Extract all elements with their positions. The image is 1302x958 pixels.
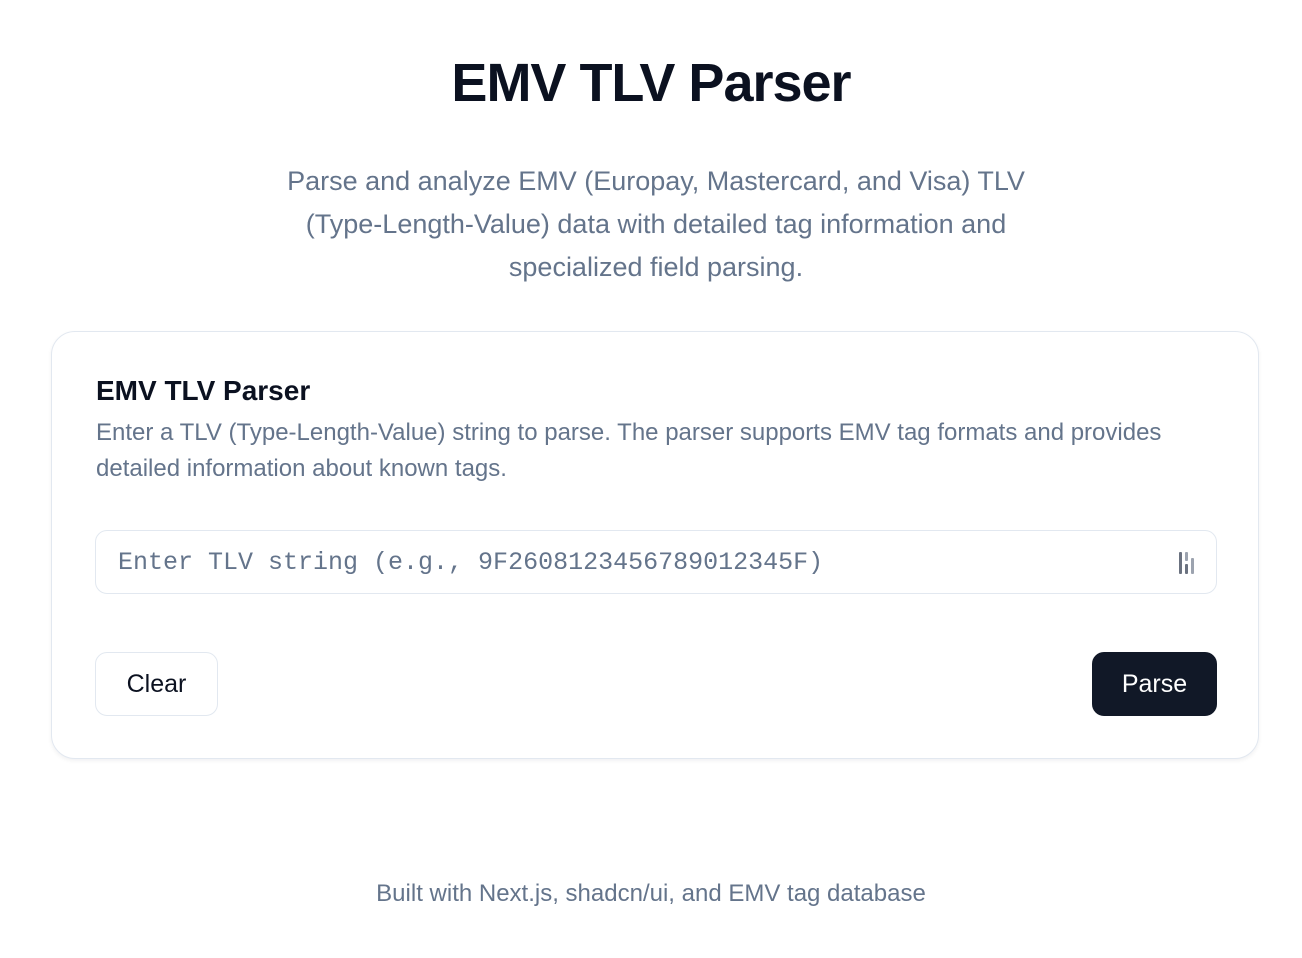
tlv-input[interactable] bbox=[96, 531, 1156, 593]
page-subtitle: Parse and analyze EMV (Europay, Masterca… bbox=[287, 166, 1025, 282]
card-description: Enter a TLV (Type-Length-Value) string t… bbox=[96, 419, 1162, 482]
parser-card: EMV TLV Parser Enter a TLV (Type-Length-… bbox=[51, 331, 1259, 759]
page-title: EMV TLV Parser bbox=[451, 53, 851, 113]
page: EMV TLV Parser Parse and analyze EMV (Eu… bbox=[0, 0, 1302, 958]
card-title: EMV TLV Parser bbox=[96, 375, 311, 406]
footer-text: Built with Next.js, shadcn/ui, and EMV t… bbox=[376, 880, 926, 907]
clear-button[interactable]: Clear bbox=[95, 652, 218, 716]
password-manager-icon[interactable] bbox=[1178, 549, 1198, 577]
parse-button[interactable]: Parse bbox=[1092, 652, 1217, 716]
tlv-input-container bbox=[95, 530, 1217, 594]
